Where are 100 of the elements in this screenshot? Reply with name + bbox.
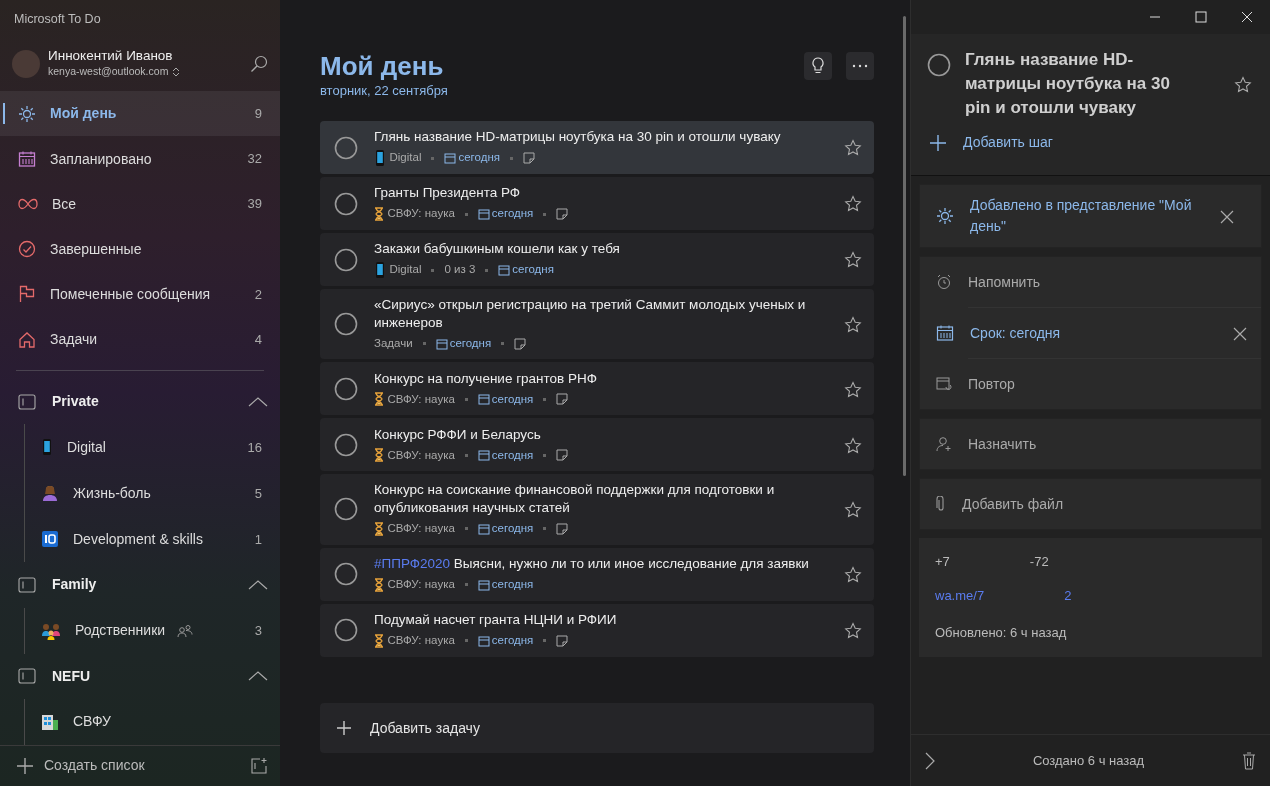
- check-circle-icon: [18, 240, 36, 259]
- list-item[interactable]: СВФУ: [25, 698, 280, 745]
- due-date: сегодня: [458, 150, 500, 166]
- more-icon: [852, 64, 868, 68]
- task-list-name: СВФУ: наука: [387, 206, 455, 222]
- sidebar-item[interactable]: Задачи 4: [0, 317, 280, 363]
- add-step-button[interactable]: Добавить шаг: [927, 120, 1053, 167]
- shared-people-icon: [177, 623, 194, 638]
- due-date: сегодня: [512, 262, 554, 278]
- task-item[interactable]: Конкурс на получение грантов РНФ СВФУ: наука сегодня: [320, 362, 874, 416]
- list-item[interactable]: Жизнь-боль 5: [25, 470, 280, 517]
- person-icon: [41, 484, 59, 503]
- infinity-icon: [18, 198, 38, 211]
- group-header[interactable]: Private: [0, 379, 280, 425]
- task-item[interactable]: Закажи бабушкиным кошели как у тебя Digital 0 из 3 сегодня: [320, 233, 874, 286]
- task-list-name: СВФУ: наука: [387, 447, 455, 463]
- sidebar-item[interactable]: Мой день 9: [0, 91, 280, 137]
- task-list-name: СВФУ: наука: [387, 391, 455, 407]
- building-icon: [41, 712, 59, 731]
- task-list-name: Digital: [389, 150, 422, 166]
- hide-panel-button[interactable]: [925, 750, 935, 771]
- sidebar-item[interactable]: Помеченные сообщения 2: [0, 271, 280, 318]
- calendar-icon: [477, 449, 490, 462]
- sidebar-item[interactable]: Завершенные: [0, 226, 280, 272]
- checkbox-circle-icon: [334, 135, 358, 160]
- star-icon: [844, 251, 862, 270]
- delete-button[interactable]: [1242, 750, 1256, 771]
- new-list-button[interactable]: Создать список: [44, 755, 250, 777]
- home-icon: [18, 330, 36, 349]
- detail-option[interactable]: Повтор: [920, 359, 1261, 409]
- suggestions-button[interactable]: [804, 52, 832, 80]
- task-item[interactable]: Конкурс РФФИ и Беларусь СВФУ: наука сегодня: [320, 418, 874, 472]
- note-icon: [556, 522, 569, 535]
- task-title: #ППРФ2020 Выясни, нужно ли то или иное исследование для заявки: [374, 554, 810, 573]
- list-item[interactable]: Development & skills 1: [25, 516, 280, 563]
- detail-option[interactable]: Срок: сегодня: [920, 308, 1261, 358]
- task-item[interactable]: #ППРФ2020 Выясни, нужно ли то или иное исследование для заявки СВФУ: наука сегодня: [320, 547, 874, 601]
- detail-option[interactable]: Напомнить: [920, 257, 1261, 307]
- note-link[interactable]: wa.me/7: [935, 585, 985, 605]
- expand-icon: [171, 66, 180, 77]
- task-title: «Сириус» открыл регистрацию на третий Саммит молодых ученых и инженеров: [374, 296, 807, 332]
- task-list-name: СВФУ: наука: [387, 632, 455, 648]
- list-item[interactable]: Digital 16: [25, 424, 280, 471]
- hourglass-icon: [374, 633, 384, 648]
- number-key-icon: [41, 530, 59, 549]
- group-header[interactable]: Family: [0, 562, 280, 608]
- hourglass-icon: [374, 392, 384, 407]
- task-list-name: Задачи: [374, 336, 413, 351]
- checkbox-circle-icon: [334, 497, 358, 522]
- note-panel[interactable]: +7 -72 wa.me/7 2 Обновлено: 6 ч назад: [919, 538, 1262, 657]
- my-day-status: Добавлено в представление "Мой день": [970, 196, 1193, 236]
- task-list-name: СВФУ: наука: [387, 576, 455, 592]
- hashtag-link[interactable]: #ППРФ2020: [374, 555, 451, 571]
- star-icon: [844, 436, 862, 455]
- group-icon: [18, 576, 36, 593]
- sidebar-item[interactable]: Все 39: [0, 181, 280, 227]
- star-icon: [1234, 76, 1252, 95]
- checkbox-circle-icon: [334, 312, 358, 337]
- note-icon: [523, 152, 535, 164]
- add-person-icon: [936, 436, 952, 452]
- checkbox-circle-icon: [334, 562, 358, 586]
- chevron-up-icon: [248, 579, 268, 590]
- page-title: Мой день: [320, 52, 445, 81]
- calendar-icon: [936, 324, 954, 342]
- flag-icon: [18, 285, 36, 304]
- add-file-button[interactable]: Добавить файл: [920, 479, 1261, 529]
- star-icon: [844, 315, 862, 334]
- new-group-icon: [250, 756, 268, 775]
- chevron-right-icon: [925, 752, 935, 771]
- sidebar-item[interactable]: Запланировано 32: [0, 136, 280, 182]
- assign-button[interactable]: Назначить: [920, 419, 1261, 469]
- task-list-name: СВФУ: наука: [387, 521, 455, 537]
- due-date: сегодня: [491, 391, 534, 407]
- task-title: Конкурс на получение грантов РНФ: [374, 369, 599, 388]
- list-item[interactable]: Родственники 3: [25, 607, 280, 654]
- sun-icon: [936, 207, 954, 225]
- lightbulb-icon: [811, 57, 825, 75]
- star-icon: [844, 565, 862, 584]
- note-icon: [556, 449, 569, 462]
- task-title: Глянь название HD-матрицы ноутбука на 30 pin и отошли чуваку: [965, 49, 1171, 119]
- task-item[interactable]: Конкурс на соискание финансовой поддержки для подготовки и опубликования научных статей СВФУ: наука сегодня: [320, 474, 874, 545]
- checkbox-circle-icon: [334, 191, 358, 216]
- checkbox-circle-icon: [334, 247, 358, 272]
- task-item[interactable]: Глянь название HD-матрицы ноутбука на 30 pin и отошли чуваку Digital сегодня: [320, 121, 874, 174]
- add-task-field[interactable]: Добавить задачу: [320, 703, 874, 753]
- note-text: +7: [935, 553, 950, 571]
- calendar-icon: [477, 578, 490, 591]
- task-item[interactable]: Гранты Президента РФ СВФУ: наука сегодня: [320, 177, 874, 230]
- task-item[interactable]: «Сириус» открыл регистрацию на третий Саммит молодых ученых и инженеров Задачи сегодня: [320, 289, 874, 360]
- task-title: Конкурс РФФИ и Беларусь: [374, 425, 542, 444]
- hourglass-icon: [374, 521, 384, 536]
- due-date: сегодня: [491, 521, 534, 537]
- note-link[interactable]: 2: [1064, 585, 1072, 605]
- task-list-name: Digital: [389, 262, 422, 278]
- group-header[interactable]: NEFU: [0, 653, 280, 699]
- close-icon: [1233, 326, 1247, 341]
- plus-icon: [929, 133, 947, 152]
- calendar-icon: [498, 264, 511, 276]
- step-count: 0 из 3: [444, 262, 476, 278]
- task-item[interactable]: Подумай насчет гранта НЦНИ и РФИИ СВФУ: наука сегодня: [320, 603, 874, 657]
